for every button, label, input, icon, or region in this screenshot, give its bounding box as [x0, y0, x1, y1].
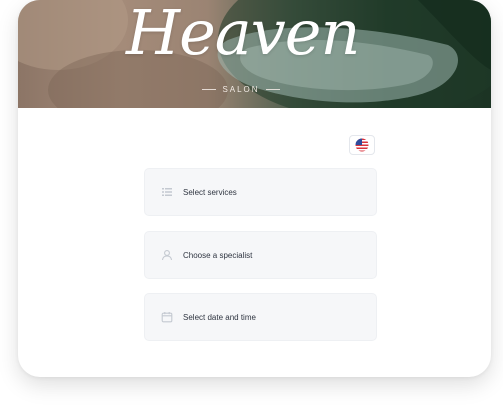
user-icon [161, 249, 173, 261]
booking-widget-card: Heaven SALON Select services Choose a sp… [18, 0, 491, 377]
us-flag-icon [355, 138, 369, 152]
brand-logo-subtitle: SALON [196, 85, 286, 94]
list-icon [161, 186, 173, 198]
select-date-time-step[interactable]: Select date and time [144, 293, 377, 341]
step-label: Select date and time [183, 312, 256, 322]
brand-logo-title: Heaven [126, 0, 360, 69]
ornament-right [265, 89, 280, 90]
choose-specialist-step[interactable]: Choose a specialist [144, 231, 377, 279]
language-selector-button[interactable] [349, 135, 375, 155]
step-label: Choose a specialist [183, 250, 253, 260]
header-banner: Heaven SALON [18, 0, 491, 108]
select-services-step[interactable]: Select services [144, 168, 377, 216]
step-label: Select services [183, 187, 237, 197]
brand-subtitle-text: SALON [222, 85, 260, 94]
ornament-left [202, 89, 217, 90]
calendar-icon [161, 311, 173, 323]
